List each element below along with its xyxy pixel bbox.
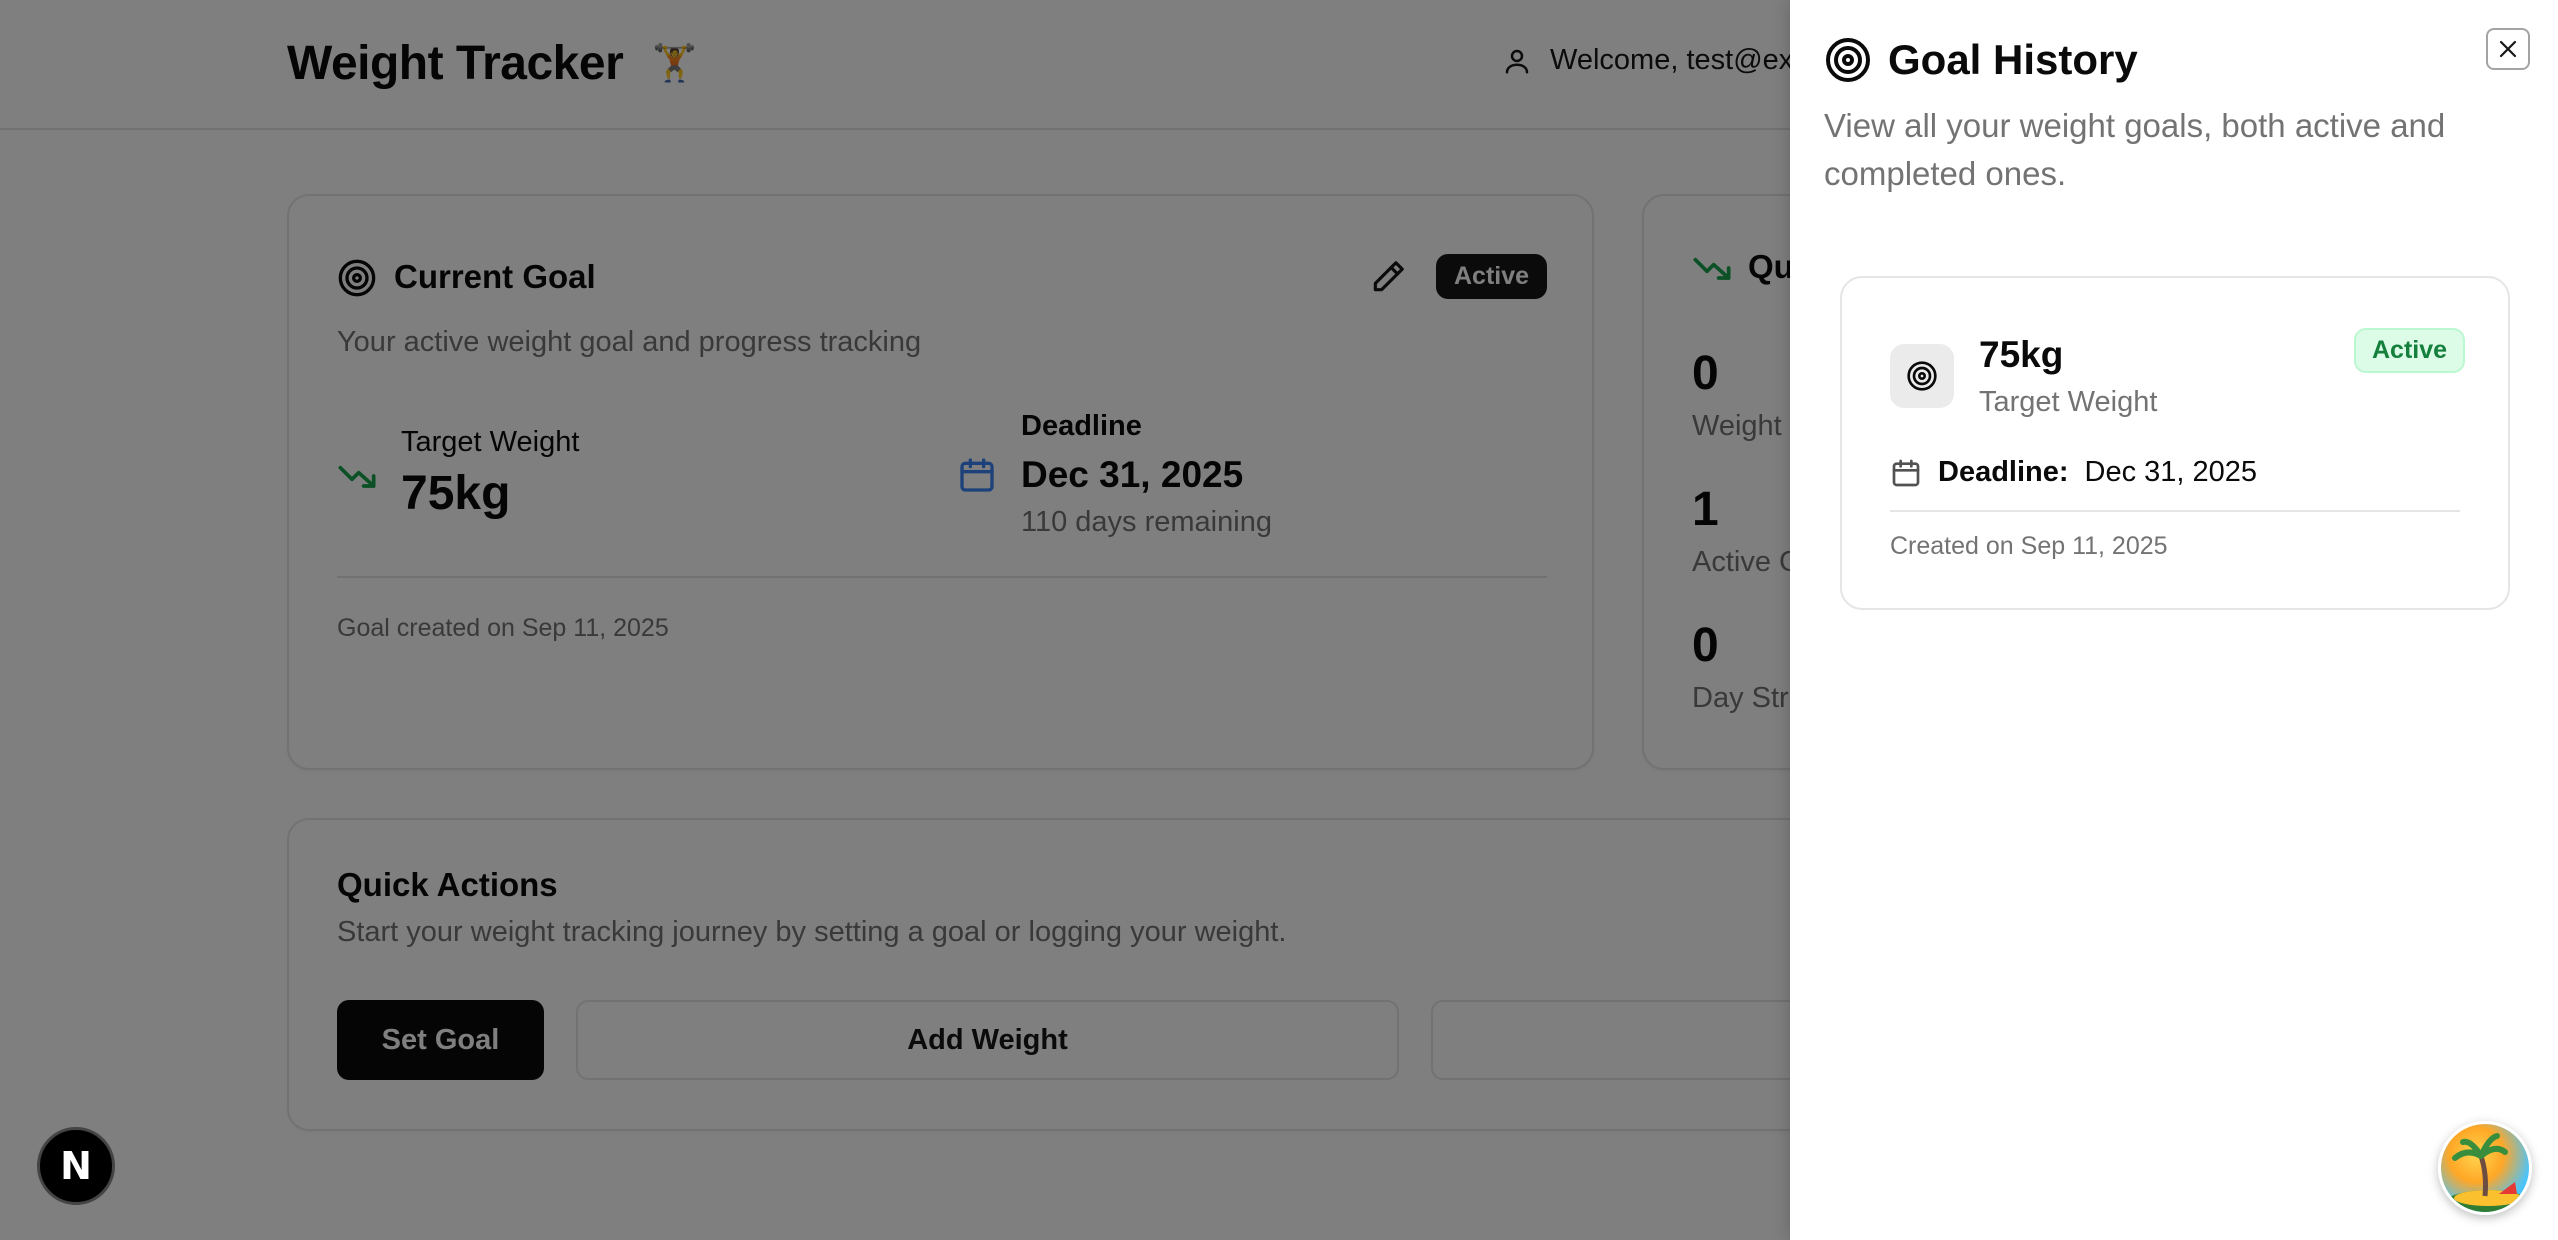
drawer-description: View all your weight goals, both active …	[1824, 107, 2446, 192]
goal-deadline-label: Deadline:	[1938, 456, 2069, 488]
goal-created: Created on Sep 11, 2025	[1890, 532, 2168, 560]
target-icon	[1907, 361, 1937, 391]
beach-island-avatar-button[interactable]	[2438, 1121, 2532, 1215]
target-icon	[1826, 38, 1870, 82]
nextjs-dev-badge[interactable]: N	[37, 1127, 115, 1205]
goal-weight: 75kg	[1979, 334, 2064, 375]
close-button[interactable]	[2486, 28, 2530, 70]
drawer-title: Goal History	[1888, 36, 2138, 83]
goal-history-item: 75kg Target Weight Active Deadline: Dec …	[1840, 276, 2510, 610]
goal-deadline-value: Dec 31, 2025	[2084, 456, 2258, 488]
goal-history-drawer: Goal History View all your weight goals,…	[1790, 0, 2558, 1240]
goal-weight-sublabel: Target Weight	[1979, 386, 2158, 418]
goal-item-divider	[1890, 510, 2460, 512]
goal-deadline-row: Deadline: Dec 31, 2025	[1890, 456, 2257, 489]
status-badge: Active	[2354, 328, 2466, 373]
close-icon	[2499, 40, 2517, 58]
calendar-icon	[1892, 459, 1920, 486]
goal-icon-box	[1890, 344, 1954, 408]
